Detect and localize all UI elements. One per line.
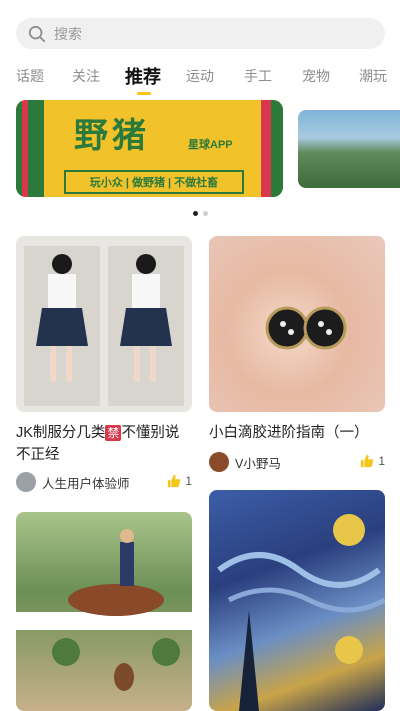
card-author[interactable]: 人生用户体验师 <box>16 472 130 492</box>
promo-banner[interactable]: 野猪 星球APP 玩小众 | 做野猪 | 不做社畜 <box>16 100 283 197</box>
carousel-dot-active <box>193 211 198 216</box>
banner-app-name: 星球APP <box>188 139 233 151</box>
feed-card[interactable]: JK制服分几类禁不懂别说不正经 人生用户体验师 1 <box>16 236 192 496</box>
carousel-indicator <box>193 211 208 216</box>
card-image <box>209 490 385 711</box>
avatar <box>209 452 229 472</box>
tab-topics[interactable]: 话题 <box>16 66 44 86</box>
carousel-dot <box>203 211 208 216</box>
like-count[interactable]: 1 <box>167 474 192 488</box>
author-name: V小野马 <box>235 456 281 471</box>
search-placeholder: 搜索 <box>54 25 82 42</box>
card-caption: JK制服分几类禁不懂别说不正经 <box>16 422 192 466</box>
feed-card[interactable] <box>16 512 192 711</box>
tab-sports[interactable]: 运动 <box>186 66 214 86</box>
like-count[interactable]: 1 <box>360 454 385 468</box>
tab-handcraft[interactable]: 手工 <box>244 66 272 86</box>
banner-stripe <box>28 100 44 197</box>
card-image <box>209 236 385 412</box>
category-tabs: 话题 关注 推荐 运动 手工 宠物 潮玩 <box>0 62 400 98</box>
card-caption-text: JK制服分几类 <box>16 425 106 441</box>
tab-following[interactable]: 关注 <box>72 66 100 86</box>
search-icon <box>28 25 46 42</box>
thumbs-up-icon <box>168 474 181 488</box>
thumbs-up-icon <box>361 454 374 468</box>
banner-stripe <box>261 100 271 197</box>
avatar <box>16 472 36 492</box>
card-caption-text: 小白滴胶进阶指南（一） <box>209 425 369 441</box>
banner-stripe <box>271 100 283 197</box>
card-image <box>16 236 192 412</box>
card-author[interactable]: V小野马 <box>209 452 281 472</box>
card-caption-tag: 禁 <box>105 425 122 441</box>
feed-card[interactable]: 小白滴胶进阶指南（一） V小野马 1 <box>209 236 385 476</box>
tab-trendy-toys[interactable]: 潮玩 <box>359 66 387 86</box>
tab-recommended[interactable]: 推荐 <box>125 63 161 89</box>
card-image <box>16 512 192 711</box>
banner-slogan: 玩小众 | 做野猪 | 不做社畜 <box>64 170 244 194</box>
like-number: 1 <box>185 474 192 488</box>
promo-banner-next[interactable] <box>298 110 400 188</box>
search-bar[interactable]: 搜索 <box>16 18 385 49</box>
feed-card[interactable] <box>209 490 385 711</box>
active-tab-indicator <box>137 92 151 95</box>
card-caption: 小白滴胶进阶指南（一） <box>209 422 385 444</box>
author-name: 人生用户体验师 <box>42 476 130 491</box>
banner-title: 野猪 <box>74 116 150 156</box>
like-number: 1 <box>378 454 385 468</box>
tab-pets[interactable]: 宠物 <box>302 66 330 86</box>
